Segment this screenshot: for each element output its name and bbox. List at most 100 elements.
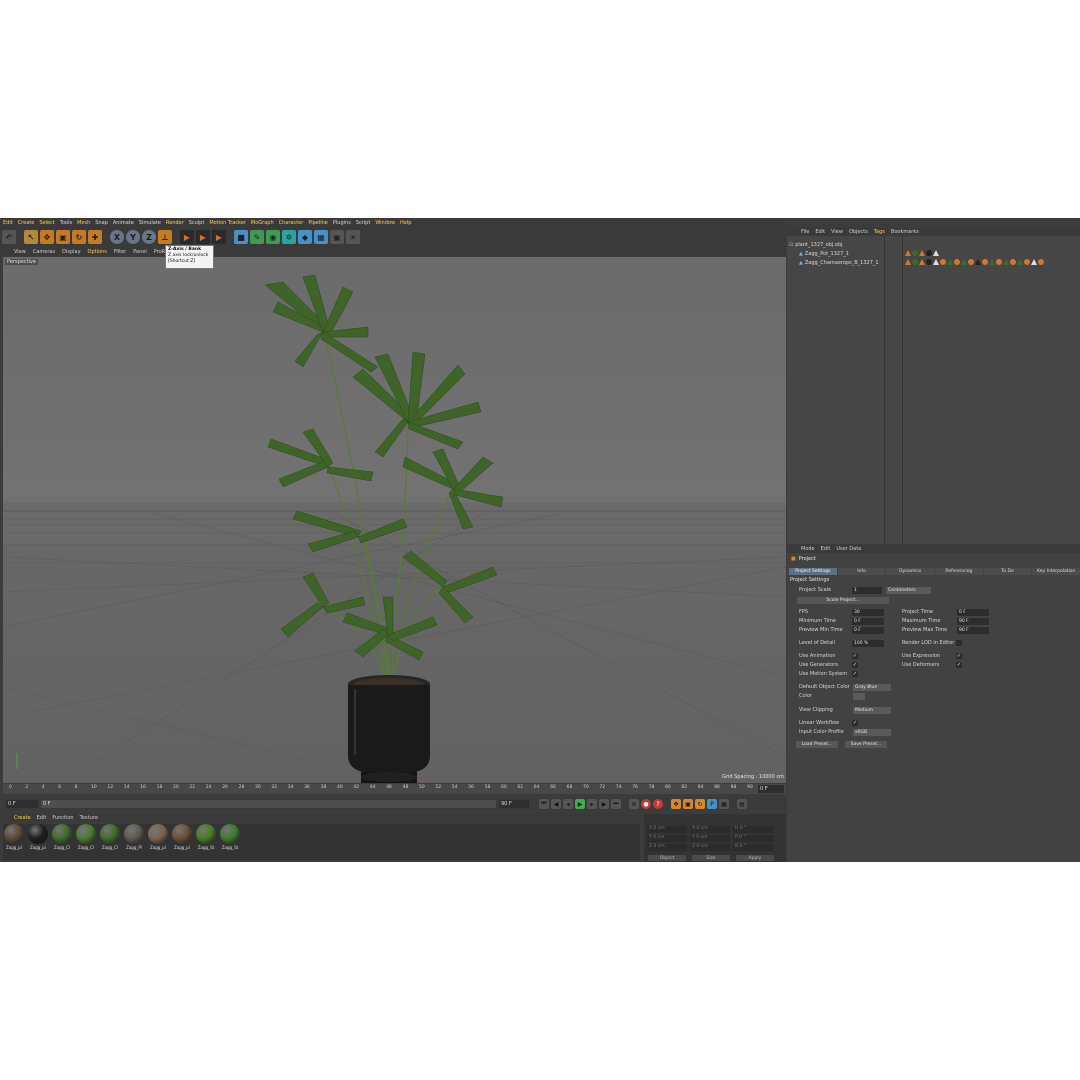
- object-menu-edit[interactable]: Edit: [815, 229, 825, 235]
- material-tag-icon[interactable]: [1038, 259, 1044, 265]
- tab-referencing[interactable]: Referencing: [935, 568, 983, 575]
- timeline-icon[interactable]: ▤: [737, 799, 747, 809]
- undo-icon[interactable]: ↶: [2, 230, 16, 244]
- viewport-menu-cameras[interactable]: Cameras: [33, 249, 55, 255]
- material-tag-icon[interactable]: [1031, 259, 1037, 265]
- project-time-field[interactable]: 0 F: [957, 609, 989, 616]
- attribute-menu-user-data[interactable]: User Data: [836, 546, 861, 552]
- menu-item-select[interactable]: Select: [39, 220, 54, 226]
- tab-dynamics[interactable]: Dynamics: [886, 568, 935, 575]
- menu-item-script[interactable]: Script: [356, 220, 371, 226]
- tab-to-do[interactable]: To Do: [983, 568, 1032, 575]
- menu-item-plugins[interactable]: Plugins: [333, 220, 351, 226]
- tab-info[interactable]: Info: [837, 568, 886, 575]
- material-tag-icon[interactable]: [996, 259, 1002, 265]
- use-expression-checkbox[interactable]: ✓: [956, 653, 962, 659]
- move-tool-icon[interactable]: ✥: [40, 230, 54, 244]
- material-tag-icon[interactable]: [947, 259, 953, 265]
- material-menu-function[interactable]: Function: [52, 815, 73, 821]
- min-time-field[interactable]: 0 F: [852, 618, 884, 625]
- camera-icon[interactable]: ▣: [330, 230, 344, 244]
- material-menu-create[interactable]: Create: [14, 815, 31, 821]
- menu-item-window[interactable]: Window: [375, 220, 395, 226]
- material-swatch[interactable]: Zagg_pi: [28, 824, 48, 860]
- pos-y-field[interactable]: Y 0 cm: [647, 835, 687, 842]
- previous-key-icon[interactable]: ◀: [551, 799, 561, 809]
- material-tag-icon[interactable]: [926, 250, 932, 256]
- go-to-start-icon[interactable]: ⏮: [539, 799, 549, 809]
- material-menu-edit[interactable]: Edit: [37, 815, 47, 821]
- recent-tools-icon[interactable]: ✚: [88, 230, 102, 244]
- viewport-menu-options[interactable]: Options: [88, 249, 107, 255]
- material-swatch[interactable]: Zagg_pi: [172, 824, 192, 860]
- pos-z-field[interactable]: Z 0 cm: [647, 844, 687, 851]
- x-axis-lock-button[interactable]: X: [110, 230, 124, 244]
- key-position-icon[interactable]: ✥: [671, 799, 681, 809]
- current-frame-field[interactable]: 0 F: [758, 785, 784, 793]
- use-generators-checkbox[interactable]: ✓: [852, 662, 858, 668]
- menu-item-edit[interactable]: Edit: [3, 220, 13, 226]
- preview-range-slider[interactable]: 0 F: [41, 800, 496, 808]
- default-color-dropdown[interactable]: Gray Blue: [853, 684, 891, 691]
- tab-key-interpolation[interactable]: Key Interpolation: [1032, 568, 1080, 575]
- menu-item-motion-tracker[interactable]: Motion Tracker: [209, 220, 246, 226]
- use-deformers-checkbox[interactable]: ✓: [956, 662, 962, 668]
- menu-item-snap[interactable]: Snap: [95, 220, 108, 226]
- end-frame-field[interactable]: 90 F: [499, 800, 529, 808]
- input-profile-dropdown[interactable]: sRGB: [853, 729, 891, 736]
- render-lod-checkbox[interactable]: [956, 640, 962, 646]
- scale-tool-icon[interactable]: ▣: [56, 230, 70, 244]
- key-pla-icon[interactable]: ▦: [719, 799, 729, 809]
- cloner-icon[interactable]: ✲: [282, 230, 296, 244]
- key-rotation-icon[interactable]: ↻: [695, 799, 705, 809]
- object-menu-tags[interactable]: Tags: [874, 229, 885, 235]
- cube-primitive-icon[interactable]: ■: [234, 230, 248, 244]
- material-swatch[interactable]: Zagg_pi: [148, 824, 168, 860]
- menu-item-sculpt[interactable]: Sculpt: [189, 220, 205, 226]
- material-tag-icon[interactable]: [933, 259, 939, 265]
- material-swatch[interactable]: Zagg_Cl: [100, 824, 120, 860]
- object-row[interactable]: ▲ Zagg_Chamaerops_B_1327_1: [799, 258, 879, 267]
- material-tag-icon[interactable]: [912, 259, 918, 265]
- key-scale-icon[interactable]: ▣: [683, 799, 693, 809]
- menu-item-animate[interactable]: Animate: [113, 220, 134, 226]
- record-key-icon[interactable]: ⊘: [629, 799, 639, 809]
- project-scale-unit-dropdown[interactable]: Centimeters: [886, 587, 931, 594]
- pos-x-field[interactable]: X 0 cm: [647, 826, 687, 833]
- next-frame-icon[interactable]: ▸: [587, 799, 597, 809]
- color-swatch[interactable]: [853, 693, 865, 700]
- deformer-icon[interactable]: ◆: [298, 230, 312, 244]
- size-x-field[interactable]: X 0 cm: [690, 826, 730, 833]
- linear-workflow-checkbox[interactable]: ✓: [852, 720, 858, 726]
- start-frame-field[interactable]: 0 F: [6, 800, 38, 808]
- object-row[interactable]: ▲ Zagg_Pot_1327_1: [799, 249, 849, 258]
- previous-frame-icon[interactable]: ◂: [563, 799, 573, 809]
- subdivision-surface-icon[interactable]: ◉: [266, 230, 280, 244]
- menu-item-create[interactable]: Create: [18, 220, 35, 226]
- object-tags[interactable]: [905, 250, 939, 256]
- render-picture-viewer-icon[interactable]: ▶: [196, 230, 210, 244]
- y-axis-lock-button[interactable]: Y: [126, 230, 140, 244]
- pen-spline-icon[interactable]: ✎: [250, 230, 264, 244]
- object-menu-objects[interactable]: Objects: [849, 229, 868, 235]
- next-key-icon[interactable]: ▶: [599, 799, 609, 809]
- load-preset-button[interactable]: Load Preset...: [796, 741, 838, 748]
- coord-size-dropdown[interactable]: Size: [692, 855, 730, 861]
- material-tag-icon[interactable]: [912, 250, 918, 256]
- scale-project-button[interactable]: Scale Project...: [797, 597, 889, 604]
- object-menu-view[interactable]: View: [831, 229, 843, 235]
- rot-p-field[interactable]: P 0 °: [733, 835, 773, 842]
- material-tag-icon[interactable]: [1010, 259, 1016, 265]
- object-menu-file[interactable]: File: [801, 229, 809, 235]
- object-menu-bookmarks[interactable]: Bookmarks: [891, 229, 919, 235]
- material-tag-icon[interactable]: [919, 250, 925, 256]
- material-tag-icon[interactable]: [961, 259, 967, 265]
- camera-label[interactable]: Perspective: [5, 259, 38, 265]
- material-swatch[interactable]: Zagg_pi: [4, 824, 24, 860]
- project-scale-field[interactable]: 1: [852, 587, 882, 594]
- use-animation-checkbox[interactable]: ✓: [852, 653, 858, 659]
- object-tags[interactable]: [905, 259, 1044, 265]
- material-tag-icon[interactable]: [1003, 259, 1009, 265]
- floor-icon[interactable]: ▦: [314, 230, 328, 244]
- coord-mode-dropdown[interactable]: Object: [648, 855, 686, 861]
